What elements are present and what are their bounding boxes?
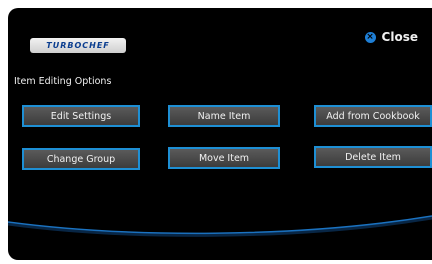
add-from-cookbook-button[interactable]: Add from Cookbook (314, 105, 432, 127)
logo-text: TURBOCHEF (46, 41, 110, 50)
edit-settings-button[interactable]: Edit Settings (22, 105, 140, 127)
close-label: Close (381, 30, 418, 44)
change-group-button[interactable]: Change Group (22, 148, 140, 170)
delete-item-button[interactable]: Delete Item (314, 146, 432, 168)
section-title: Item Editing Options (14, 76, 112, 87)
name-item-button[interactable]: Name Item (168, 105, 280, 127)
close-button[interactable]: × Close (364, 30, 418, 44)
close-icon: × (364, 31, 376, 43)
turbochef-logo: TURBOCHEF (30, 38, 126, 53)
move-item-button[interactable]: Move Item (168, 147, 280, 169)
decorative-wave (8, 215, 432, 237)
oven-screen: TURBOCHEF × Close Item Editing Options E… (8, 8, 432, 260)
